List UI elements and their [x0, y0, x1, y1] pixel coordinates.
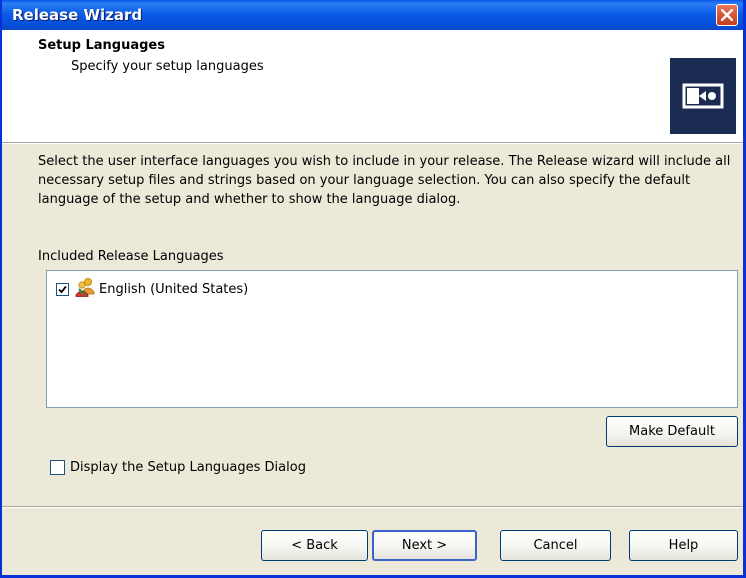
checkmark-icon	[58, 285, 67, 293]
close-button[interactable]	[716, 4, 738, 26]
cancel-button[interactable]: Cancel	[500, 530, 611, 561]
languages-list-label: Included Release Languages	[38, 249, 224, 264]
description-text: Select the user interface languages you …	[38, 154, 731, 207]
display-dialog-checkbox[interactable]	[50, 460, 65, 475]
display-languages-dialog-option[interactable]: Display the Setup Languages Dialog	[50, 460, 306, 475]
wizard-logo-icon	[670, 58, 736, 134]
next-button[interactable]: Next >	[372, 530, 477, 561]
release-wizard-window: Release Wizard Setup Languages Specify y…	[0, 0, 746, 578]
display-dialog-label: Display the Setup Languages Dialog	[70, 460, 306, 475]
list-item[interactable]: English (United States)	[56, 277, 249, 301]
page-title: Setup Languages	[38, 38, 165, 53]
language-checkbox[interactable]	[56, 282, 69, 296]
header-divider	[2, 142, 743, 144]
language-label: English (United States)	[99, 281, 249, 297]
title-bar[interactable]: Release Wizard	[2, 0, 743, 30]
footer-divider	[2, 506, 743, 508]
make-default-button[interactable]: Make Default	[606, 416, 738, 447]
close-icon	[721, 9, 733, 21]
language-people-icon	[75, 277, 97, 301]
languages-listbox[interactable]: English (United States)	[46, 270, 738, 408]
page-subtitle: Specify your setup languages	[71, 59, 264, 74]
window-title: Release Wizard	[12, 6, 143, 24]
help-button[interactable]: Help	[629, 530, 738, 561]
back-button[interactable]: < Back	[261, 530, 368, 561]
wizard-header: Setup Languages Specify your setup langu…	[2, 30, 743, 142]
